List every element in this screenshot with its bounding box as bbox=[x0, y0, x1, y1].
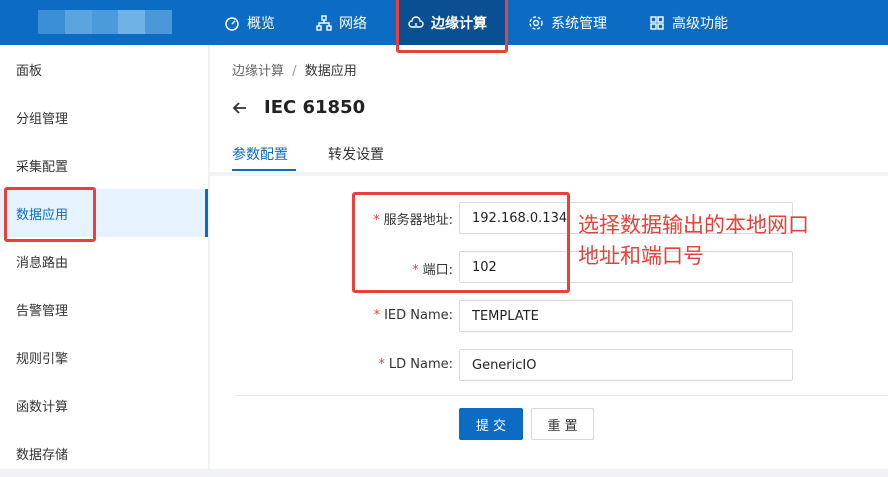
logo-block bbox=[91, 10, 119, 34]
form-divider bbox=[236, 395, 888, 396]
breadcrumb: 边缘计算 / 数据应用 bbox=[232, 60, 357, 79]
required-marker: * bbox=[373, 308, 381, 323]
sidebar-item-label: 数据存储 bbox=[16, 447, 69, 463]
nav-label: 系统管理 bbox=[551, 15, 607, 32]
sidebar-item-rule-engine[interactable]: 规则引擎 bbox=[0, 333, 208, 381]
breadcrumb-current: 数据应用 bbox=[304, 64, 357, 79]
annotation-text: 选择数据输出的本地网口 地址和端口号 bbox=[578, 210, 878, 272]
breadcrumb-separator: / bbox=[292, 64, 297, 79]
logo-block bbox=[145, 10, 172, 34]
logo-block bbox=[64, 10, 92, 34]
nav-item-advanced[interactable]: 高级功能 bbox=[649, 0, 728, 45]
network-icon bbox=[316, 14, 332, 31]
nav-label: 边缘计算 bbox=[431, 15, 487, 32]
field-label-text: IED Name: bbox=[384, 308, 453, 323]
active-tab-indicator bbox=[232, 169, 296, 171]
sidebar-item-label: 面板 bbox=[16, 63, 43, 79]
logo-block bbox=[38, 10, 65, 34]
sidebar-item-alarms[interactable]: 告警管理 bbox=[0, 285, 208, 333]
nav-label: 网络 bbox=[339, 15, 367, 32]
sidebar-item-label: 函数计算 bbox=[16, 399, 69, 415]
server-address-label: * 服务器地址: bbox=[210, 209, 453, 228]
nav-item-edge-computing[interactable]: 边缘计算 bbox=[396, 0, 506, 45]
tab-parameter-config[interactable]: 参数配置 bbox=[232, 144, 288, 164]
top-navigation-bar: 概览 网络 边缘计算 系统管理 高级功能 bbox=[0, 0, 888, 45]
nav-item-network[interactable]: 网络 bbox=[316, 0, 367, 45]
annotation-line: 选择数据输出的本地网口 bbox=[578, 213, 809, 237]
sidebar-item-label: 告警管理 bbox=[16, 303, 69, 319]
field-label-text: LD Name: bbox=[388, 357, 453, 372]
sidebar-item-functions[interactable]: 函数计算 bbox=[0, 381, 208, 429]
cloud-icon bbox=[408, 15, 424, 28]
required-marker: * bbox=[373, 213, 380, 228]
port-label: * 端口: bbox=[210, 259, 453, 278]
ld-name-input[interactable] bbox=[459, 349, 793, 381]
sidebar: 面板 分组管理 采集配置 数据应用 消息路由 告警管理 规则引擎 函数计算 数据… bbox=[0, 45, 208, 469]
nav-item-overview[interactable]: 概览 bbox=[224, 0, 275, 45]
nav-label: 高级功能 bbox=[672, 15, 728, 32]
reset-button[interactable]: 重 置 bbox=[531, 408, 594, 440]
tab-forward-settings[interactable]: 转发设置 bbox=[328, 144, 384, 164]
field-label-text: 端口: bbox=[422, 263, 453, 278]
tab-divider bbox=[210, 172, 888, 176]
submit-button[interactable]: 提 交 bbox=[459, 408, 523, 440]
sidebar-item-groups[interactable]: 分组管理 bbox=[0, 93, 208, 141]
sidebar-item-label: 采集配置 bbox=[16, 159, 69, 175]
sidebar-item-dashboard[interactable]: 面板 bbox=[0, 45, 208, 93]
sidebar-item-message-routing[interactable]: 消息路由 bbox=[0, 237, 208, 285]
logo bbox=[38, 10, 172, 34]
grid-icon bbox=[650, 15, 664, 30]
sidebar-item-label: 分组管理 bbox=[16, 111, 69, 127]
required-marker: * bbox=[378, 357, 385, 372]
sidebar-item-label: 数据应用 bbox=[16, 207, 69, 223]
gear-icon bbox=[529, 15, 543, 30]
nav-label: 概览 bbox=[247, 15, 275, 32]
required-marker: * bbox=[412, 263, 419, 278]
sidebar-item-storage[interactable]: 数据存储 bbox=[0, 429, 208, 477]
sidebar-item-label: 消息路由 bbox=[16, 255, 69, 271]
sidebar-item-data-application[interactable]: 数据应用 bbox=[0, 189, 208, 237]
nav-item-system-management[interactable]: 系统管理 bbox=[528, 0, 607, 45]
sidebar-item-collection[interactable]: 采集配置 bbox=[0, 141, 208, 189]
ied-name-input[interactable] bbox=[459, 300, 793, 332]
sidebar-item-label: 规则引擎 bbox=[16, 351, 69, 367]
ied-name-label: * IED Name: bbox=[210, 308, 453, 323]
annotation-line: 地址和端口号 bbox=[578, 244, 704, 268]
ld-name-label: * LD Name: bbox=[210, 357, 453, 372]
back-arrow-icon[interactable] bbox=[232, 100, 248, 116]
field-label-text: 服务器地址: bbox=[383, 213, 453, 228]
breadcrumb-link[interactable]: 边缘计算 bbox=[232, 64, 284, 79]
page-title: IEC 61850 bbox=[264, 97, 366, 118]
logo-block bbox=[118, 10, 146, 34]
dashboard-icon bbox=[225, 16, 239, 31]
